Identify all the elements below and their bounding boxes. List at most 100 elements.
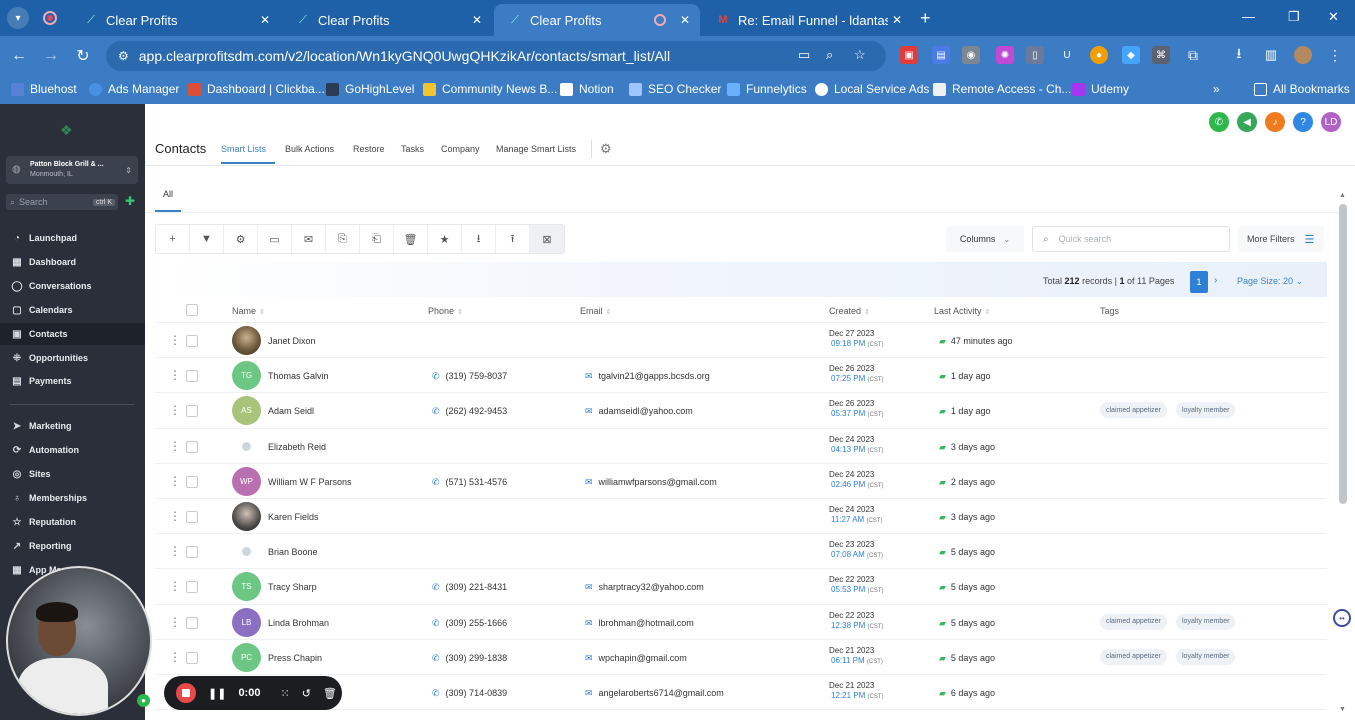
sidebar-item-marketing[interactable]: ➤ Marketing	[0, 415, 145, 437]
pause-icon[interactable]: ❚❚	[208, 687, 226, 700]
extension-purple-icon[interactable]: ✺	[996, 46, 1014, 64]
bookmark-remote-access[interactable]: Remote Access - Ch...	[933, 82, 1071, 96]
close-tab-icon[interactable]: ✕	[256, 13, 274, 27]
tag-chip[interactable]: loyalty member	[1176, 402, 1236, 419]
page-1-button[interactable]: 1	[1190, 271, 1208, 293]
row-checkbox[interactable]	[186, 651, 198, 664]
contact-phone[interactable]: ✆ (262) 492-9453	[432, 406, 507, 417]
help-icon[interactable]: ?	[1293, 112, 1313, 132]
bookmark-ads-manager[interactable]: Ads Manager	[89, 82, 179, 96]
contact-email[interactable]: ✉ wpchapin@gmail.com	[585, 653, 687, 664]
sidebar-item-reporting[interactable]: ↗ Reporting	[0, 535, 145, 557]
contact-name[interactable]: Elizabeth Reid	[268, 442, 326, 452]
trash-icon[interactable]: 🗑	[323, 687, 337, 700]
browser-tab-1[interactable]: ⟋ Clear Profits ✕	[70, 4, 280, 36]
browser-tab-4[interactable]: M Re: Email Funnel - ldantas@clea ✕	[702, 4, 912, 36]
row-actions-icon[interactable]: ⋮	[169, 368, 181, 382]
location-switcher[interactable]: ◍ Patton Block Grill & ... Monmouth, IL …	[6, 156, 138, 184]
tag-chip[interactable]: loyalty member	[1176, 613, 1236, 630]
bookmark-star-icon[interactable]: ☆	[854, 47, 866, 63]
sidebar-item-dashboard[interactable]: ▦ Dashboard	[0, 251, 145, 273]
column-name[interactable]: Name ⇕	[232, 306, 265, 316]
table-row[interactable]: ⋮ WP William W F Parsons ✆ (571) 531-4576 ✉ wi…	[155, 464, 1327, 499]
row-actions-icon[interactable]: ⋮	[169, 615, 181, 629]
extension-code-icon[interactable]: ⌘	[1152, 46, 1170, 64]
star-icon[interactable]: ★	[428, 225, 462, 253]
megaphone-icon[interactable]: ◀	[1237, 112, 1257, 132]
contact-phone[interactable]: ✆ (571) 531-4576	[432, 477, 507, 488]
avatar[interactable]: TG	[232, 361, 261, 391]
row-actions-icon[interactable]: ⋮	[169, 474, 181, 488]
row-checkbox[interactable]	[186, 475, 198, 488]
sidebar-item-reputation[interactable]: ☆ Reputation	[0, 511, 145, 533]
new-tab-icon[interactable]: +	[920, 8, 931, 29]
tab-company[interactable]: Company	[441, 144, 480, 154]
sidebar-item-calendars[interactable]: ▢ Calendars	[0, 299, 145, 321]
site-info-icon[interactable]: ⚙	[118, 49, 129, 63]
quick-add-icon[interactable]: ✚	[122, 194, 138, 210]
table-row[interactable]: ⋮ Brian Boone Dec 23 2023 07:08 AM (CST) ▰ 5 …	[155, 534, 1327, 570]
filter-icon[interactable]: ▼	[190, 225, 224, 253]
scrollbar-thumb[interactable]	[1339, 204, 1347, 504]
contact-name[interactable]: Brian Boone	[268, 547, 318, 557]
sidebar-item-memberships[interactable]: ♁ Memberships	[0, 487, 145, 509]
table-row[interactable]: ⋮ Janet Dixon Dec 27 2023 09:18 PM (CST) ▰ 47…	[155, 323, 1327, 359]
tab-bulk-actions[interactable]: Bulk Actions	[285, 144, 334, 154]
sidebar-item-automation[interactable]: ⟳ Automation	[0, 439, 145, 461]
contact-phone[interactable]: ✆ (309) 255-1666	[432, 618, 507, 629]
row-checkbox[interactable]	[186, 581, 198, 594]
table-row[interactable]: ⋮ TS Tracy Sharp ✆ (309) 221-8431 ✉ sharptracy…	[155, 569, 1327, 605]
column-created[interactable]: Created ⇕	[829, 306, 870, 316]
contact-phone[interactable]: ✆ (309) 221-8431	[432, 582, 507, 593]
browser-menu-icon[interactable]: ⋮	[1326, 46, 1344, 64]
minimize-icon[interactable]: —	[1242, 9, 1255, 24]
table-row[interactable]: ⋮ TG Thomas Galvin ✆ (319) 759-8037 ✉ tgalvin2…	[155, 358, 1327, 394]
row-actions-icon[interactable]: ⋮	[169, 579, 181, 593]
contact-name[interactable]: Karen Fields	[268, 512, 319, 522]
row-actions-icon[interactable]: ⋮	[169, 403, 181, 417]
merge-icon[interactable]: ⎗	[360, 225, 394, 253]
row-checkbox[interactable]	[186, 370, 198, 383]
side-panel-icon[interactable]: ▥	[1262, 46, 1280, 64]
avatar[interactable]	[232, 326, 261, 355]
bookmark-gohighlevel[interactable]: GoHighLevel	[326, 82, 414, 96]
extension-blue-icon[interactable]: ▤	[932, 46, 950, 64]
sms-icon[interactable]: ▭	[258, 225, 292, 253]
extension-diamond-icon[interactable]: ◆	[1122, 46, 1140, 64]
contact-name[interactable]: Linda Brohman	[268, 618, 329, 628]
restart-icon[interactable]: ↺	[302, 687, 311, 700]
bookmark-udemy[interactable]: Udemy	[1072, 82, 1129, 96]
contact-email[interactable]: ✉ sharptracy32@yahoo.com	[585, 582, 704, 593]
avatar[interactable]: PC	[232, 642, 261, 672]
row-actions-icon[interactable]: ⋮	[169, 650, 181, 664]
avatar[interactable]: LD	[1321, 112, 1341, 132]
tag-icon[interactable]: ⊠	[530, 225, 564, 253]
contact-email[interactable]: ✉ adamseidl@yahoo.com	[585, 406, 693, 417]
avatar[interactable]	[232, 537, 261, 566]
tab-manage-smart-lists[interactable]: Manage Smart Lists	[496, 144, 576, 154]
contact-name[interactable]: Tracy Sharp	[268, 582, 317, 592]
contact-name[interactable]: Thomas Galvin	[268, 371, 329, 381]
grid-dots-icon[interactable]: ⁙	[280, 687, 289, 700]
table-row[interactable]: ⋮ Elizabeth Reid Dec 24 2023 04:13 PM (CST)…	[155, 429, 1327, 464]
contact-email[interactable]: ✉ tgalvin21@gapps.bcsds.org	[585, 371, 710, 382]
close-tab-icon[interactable]: ✕	[888, 13, 906, 27]
row-checkbox[interactable]	[186, 616, 198, 629]
page-size-select[interactable]: Page Size: 20 ⌄	[1237, 276, 1303, 287]
row-checkbox[interactable]	[186, 440, 198, 453]
contact-name[interactable]: Janet Dixon	[268, 336, 316, 346]
add-contact-icon[interactable]: +	[156, 225, 190, 253]
browser-tab-3-active[interactable]: ⟋ Clear Profits ✕	[494, 4, 700, 36]
bookmark-seo-checker[interactable]: SEO Checker	[629, 82, 721, 96]
camera-indicator-icon[interactable]: ▭	[798, 47, 810, 63]
address-bar[interactable]: ⚙ app.clearprofitsdm.com/v2/location/Wn1…	[106, 41, 886, 71]
table-row[interactable]: ⋮ LB Linda Brohman ✆ (309) 255-1666 ✉ lbrohman…	[155, 605, 1327, 640]
copy-icon[interactable]: ⎘	[326, 225, 360, 253]
tab-all[interactable]: All	[163, 189, 173, 199]
row-checkbox[interactable]	[186, 510, 198, 523]
close-window-icon[interactable]: ✕	[1328, 9, 1339, 25]
avatar[interactable]: AS	[232, 396, 261, 426]
forward-icon[interactable]: →	[35, 47, 67, 65]
extension-red-icon[interactable]: ▣	[900, 46, 918, 64]
back-icon[interactable]: ←	[3, 47, 35, 65]
